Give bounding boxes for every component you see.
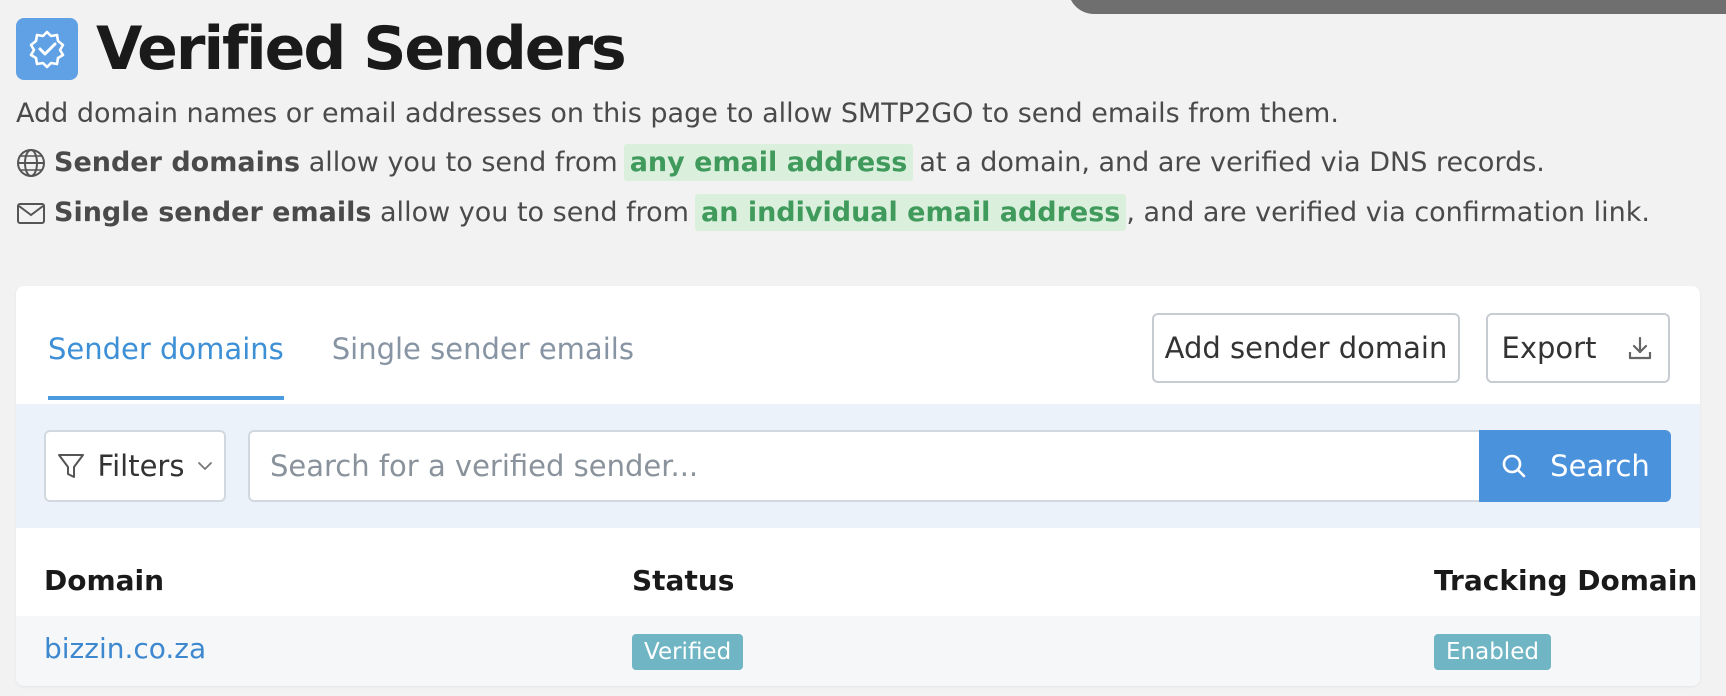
download-icon <box>1626 334 1654 362</box>
filters-dropdown[interactable]: Filters <box>44 430 226 502</box>
single-sender-text-before: allow you to send from <box>380 197 689 228</box>
tab-bar: Sender domains Single sender emails <box>48 332 682 400</box>
sender-domains-text-after: at a domain, and are verified via DNS re… <box>919 147 1545 178</box>
page-header: Verified Senders <box>16 14 627 84</box>
search-button-label: Search <box>1550 449 1650 483</box>
search-input[interactable] <box>248 430 1496 502</box>
add-sender-domain-button[interactable]: Add sender domain <box>1152 313 1460 383</box>
column-header-status: Status <box>632 564 735 597</box>
filters-label: Filters <box>97 449 185 483</box>
tab-single-sender-emails[interactable]: Single sender emails <box>332 332 634 400</box>
domain-link[interactable]: bizzin.co.za <box>44 632 206 665</box>
column-header-tracking-domain: Tracking Domain <box>1434 564 1698 597</box>
sender-domains-term: Sender domains <box>54 147 301 178</box>
senders-panel: Sender domains Single sender emails Add … <box>16 286 1700 686</box>
search-icon <box>1500 452 1528 480</box>
status-badge: Verified <box>632 634 744 670</box>
single-sender-term: Single sender emails <box>54 197 372 228</box>
intro-text: Add domain names or email addresses on t… <box>16 98 1339 129</box>
page-title: Verified Senders <box>96 14 627 84</box>
table-row: bizzin.co.za Verified Enabled <box>16 616 1700 686</box>
single-sender-description: Single sender emails allow you to send f… <box>16 194 1650 231</box>
chevron-down-icon <box>196 457 214 475</box>
globe-icon <box>16 147 48 179</box>
sender-domains-highlight: any email address <box>623 144 914 181</box>
tracking-badge: Enabled <box>1434 634 1551 670</box>
column-header-domain: Domain <box>44 564 165 597</box>
single-sender-text-after: , and are verified via confirmation link… <box>1126 197 1650 228</box>
funnel-icon <box>56 451 86 481</box>
single-sender-highlight: an individual email address <box>694 194 1127 231</box>
search-button[interactable]: Search <box>1479 430 1671 502</box>
sender-domains-text-before: allow you to send from <box>308 147 618 178</box>
sender-domains-description: Sender domains allow you to send from an… <box>16 144 1545 181</box>
export-button-label: Export <box>1501 331 1597 365</box>
verified-badge-icon <box>16 18 78 80</box>
export-button[interactable]: Export <box>1486 313 1670 383</box>
envelope-icon <box>16 197 48 229</box>
filter-bar: Filters Search <box>16 404 1700 528</box>
overlay-window-edge <box>1068 0 1726 14</box>
tab-sender-domains[interactable]: Sender domains <box>48 332 284 400</box>
